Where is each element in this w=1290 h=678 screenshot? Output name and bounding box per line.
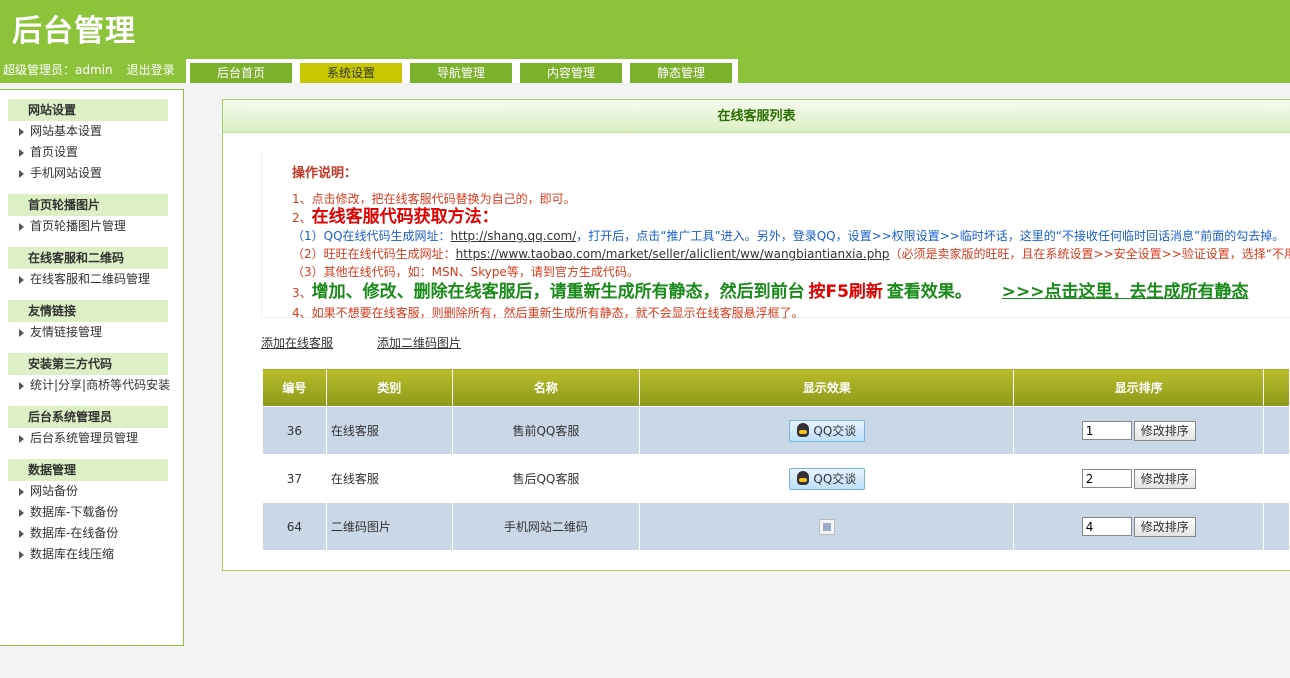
sort-input[interactable]	[1081, 421, 1132, 440]
main-panel: 在线客服列表 操作说明： 1、点击修改，把在线客服代码替换为自己的，即可。 2、…	[222, 99, 1290, 571]
update-sort-button[interactable]: 修改排序	[1133, 468, 1196, 489]
cell-sort: 修改排序	[1013, 406, 1264, 455]
qq-chat-button[interactable]: QQ交谈	[788, 467, 865, 490]
tab-home[interactable]: 后台首页	[190, 63, 292, 83]
sidebar-item[interactable]: 数据库-下载备份	[0, 502, 183, 523]
qq-code-link[interactable]: http://shang.qq.com/	[451, 229, 577, 243]
table-header-row: 编号 类别 名称 显示效果 显示排序	[262, 368, 1290, 407]
sidebar-group-title[interactable]: 在线客服和二维码	[8, 247, 168, 269]
sidebar-item[interactable]: 首页轮播图片管理	[0, 216, 183, 237]
sidebar-group-third-party-code: 安装第三方代码 统计|分享|商桥等代码安装	[0, 343, 183, 396]
qq-penguin-icon	[797, 422, 810, 437]
logout-link[interactable]: 退出登录	[127, 63, 175, 77]
qq-penguin-icon	[797, 470, 810, 485]
sidebar-group-title[interactable]: 数据管理	[8, 459, 168, 481]
sidebar-group-admins: 后台系统管理员 后台系统管理员管理	[0, 396, 183, 449]
broken-image-icon	[818, 518, 835, 535]
service-table: 编号 类别 名称 显示效果 显示排序 36 在线客服 售前QQ客服 QQ交谈 修…	[262, 368, 1290, 551]
sidebar-group-title[interactable]: 首页轮播图片	[8, 194, 168, 216]
cell-type: 二维码图片	[325, 502, 453, 551]
sidebar-group-friend-links: 友情链接 友情链接管理	[0, 290, 183, 343]
sidebar-item[interactable]: 首页设置	[0, 142, 183, 163]
sidebar-group-online-service: 在线客服和二维码 在线客服和二维码管理	[0, 237, 183, 290]
sidebar-item[interactable]: 在线客服和二维码管理	[0, 269, 183, 290]
add-qrcode-link[interactable]: 添加二维码图片	[377, 336, 461, 350]
sidebar-item[interactable]: 统计|分享|商桥等代码安装	[0, 375, 183, 396]
note-line: （2）旺旺在线代码生成网址：https://www.taobao.com/mar…	[292, 247, 1290, 261]
page-title: 在线客服列表	[223, 100, 1290, 133]
cell-name: 售后QQ客服	[451, 454, 641, 503]
qq-chat-button[interactable]: QQ交谈	[788, 419, 865, 442]
col-effect: 显示效果	[639, 368, 1015, 407]
note-line: 3、增加、修改、删除在线客服后，请重新生成所有静态，然后到前台 按F5刷新 查看…	[292, 282, 1249, 302]
cell-id: 64	[262, 502, 327, 551]
cell-name: 手机网站二维码	[451, 502, 641, 551]
cell-sort: 修改排序	[1013, 454, 1264, 503]
col-sort: 显示排序	[1013, 368, 1264, 407]
sort-input[interactable]	[1081, 469, 1132, 488]
update-sort-button[interactable]: 修改排序	[1133, 420, 1196, 441]
sidebar-group-title[interactable]: 安装第三方代码	[8, 353, 168, 375]
sidebar-group-data: 数据管理 网站备份 数据库-下载备份 数据库-在线备份 数据库在线压缩	[0, 449, 183, 565]
tab-static-management[interactable]: 静态管理	[630, 63, 732, 83]
sort-input[interactable]	[1081, 517, 1132, 536]
update-sort-button[interactable]: 修改排序	[1133, 516, 1196, 537]
table-row: 64 二维码图片 手机网站二维码 修改排序	[262, 502, 1290, 551]
cell-id: 37	[262, 454, 327, 503]
note-line: （3）其他在线代码，如：MSN、Skype等，请到官方生成代码。	[292, 265, 639, 279]
add-online-service-link[interactable]: 添加在线客服	[261, 336, 333, 350]
cell-effect: QQ交谈	[639, 406, 1015, 455]
sidebar-item[interactable]: 网站基本设置	[0, 121, 183, 142]
top-bar: 后台管理 超级管理员：admin 退出登录 后台首页 系统设置 导航管理 内容管理…	[0, 0, 1290, 83]
tab-nav-management[interactable]: 导航管理	[410, 63, 512, 83]
cell-sort: 修改排序	[1013, 502, 1264, 551]
col-name: 名称	[451, 368, 641, 407]
admin-label: 超级管理员：admin	[3, 63, 113, 77]
note-line: 4、如果不想要在线客服，则删除所有，然后重新生成所有静态，就不会显示在线客服悬浮…	[292, 306, 804, 320]
cell-actions	[1263, 454, 1290, 503]
logo: 后台管理	[12, 14, 136, 49]
cell-name: 售前QQ客服	[451, 406, 641, 455]
sidebar-item[interactable]: 数据库-在线备份	[0, 523, 183, 544]
user-info: 超级管理员：admin 退出登录	[3, 61, 189, 78]
cell-type: 在线客服	[325, 454, 453, 503]
instructions: 操作说明： 1、点击修改，把在线客服代码替换为自己的，即可。 2、在线客服代码获…	[261, 152, 1290, 320]
cell-effect: QQ交谈	[639, 454, 1015, 503]
table-row: 36 在线客服 售前QQ客服 QQ交谈 修改排序	[262, 406, 1290, 455]
sidebar-group-title[interactable]: 后台系统管理员	[8, 406, 168, 428]
action-links: 添加在线客服 添加二维码图片	[261, 334, 505, 351]
tab-content-management[interactable]: 内容管理	[520, 63, 622, 83]
sidebar-item[interactable]: 数据库在线压缩	[0, 544, 183, 565]
cell-actions	[1263, 406, 1290, 455]
cell-id: 36	[262, 406, 327, 455]
sidebar-group-carousel: 首页轮播图片 首页轮播图片管理	[0, 184, 183, 237]
sidebar-group-site-settings: 网站设置 网站基本设置 首页设置 手机网站设置	[0, 90, 183, 184]
tab-system-settings[interactable]: 系统设置	[300, 63, 402, 83]
col-id: 编号	[262, 368, 327, 407]
top-tabs: 后台首页 系统设置 导航管理 内容管理 静态管理	[186, 59, 738, 83]
cell-actions	[1263, 502, 1290, 551]
cell-effect	[639, 502, 1015, 551]
note-line: 1、点击修改，把在线客服代码替换为自己的，即可。	[292, 192, 576, 206]
note-line: （1）QQ在线代码生成网址：http://shang.qq.com/，打开后，点…	[292, 229, 1285, 243]
table-row: 37 在线客服 售后QQ客服 QQ交谈 修改排序	[262, 454, 1290, 503]
cell-type: 在线客服	[325, 406, 453, 455]
instructions-heading: 操作说明：	[292, 166, 358, 181]
col-type: 类别	[325, 368, 453, 407]
note-line: 2、在线客服代码获取方法：	[292, 207, 499, 227]
generate-static-link[interactable]: >>>点击这里，去生成所有静态	[1002, 282, 1249, 302]
sidebar-group-title[interactable]: 友情链接	[8, 300, 168, 322]
sidebar-item[interactable]: 后台系统管理员管理	[0, 428, 183, 449]
sidebar-item[interactable]: 网站备份	[0, 481, 183, 502]
wangwang-code-link[interactable]: https://www.taobao.com/market/seller/ali…	[456, 247, 890, 261]
sidebar-item[interactable]: 友情链接管理	[0, 322, 183, 343]
col-actions	[1263, 368, 1290, 407]
sidebar: 网站设置 网站基本设置 首页设置 手机网站设置 首页轮播图片 首页轮播图片管理 …	[0, 89, 184, 646]
sidebar-group-title[interactable]: 网站设置	[8, 99, 168, 121]
sidebar-item[interactable]: 手机网站设置	[0, 163, 183, 184]
